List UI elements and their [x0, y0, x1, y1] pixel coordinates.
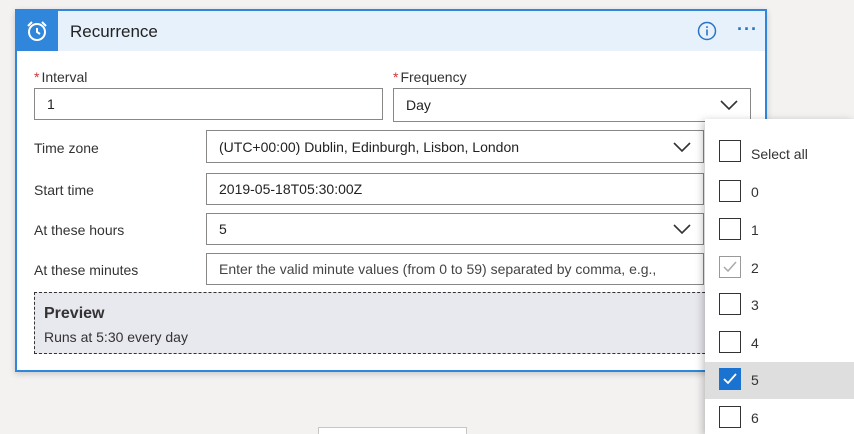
- card-header[interactable]: Recurrence ···: [17, 11, 765, 51]
- hour-option-5[interactable]: 5: [705, 362, 854, 399]
- card-title: Recurrence: [70, 22, 158, 41]
- chevron-down-icon: [673, 141, 691, 152]
- hours-select[interactable]: 5: [206, 213, 704, 245]
- interval-input[interactable]: 1: [34, 88, 383, 120]
- hour-option-0[interactable]: 0: [705, 174, 854, 211]
- alarm-clock-icon: [17, 11, 58, 51]
- hours-value: 5: [219, 221, 227, 237]
- start-time-label: Start time: [34, 182, 94, 198]
- time-zone-select[interactable]: (UTC+00:00) Dublin, Edinburgh, Lisbon, L…: [206, 130, 704, 163]
- interval-label-text: Interval: [41, 69, 88, 85]
- required-marker: *: [393, 69, 399, 85]
- preview-text: Runs at 5:30 every day: [44, 329, 188, 345]
- hour-option-label: 2: [751, 260, 759, 276]
- hour-option-label: 5: [751, 372, 759, 388]
- hour-option-label: 4: [751, 335, 759, 351]
- checkbox[interactable]: [719, 180, 741, 202]
- hour-option-label: 0: [751, 184, 759, 200]
- checkbox[interactable]: [719, 293, 741, 315]
- checkbox[interactable]: [719, 256, 741, 278]
- start-time-input[interactable]: 2019-05-18T05:30:00Z: [206, 173, 704, 205]
- hour-option-3[interactable]: 3: [705, 287, 854, 324]
- ellipsis-icon[interactable]: ···: [737, 19, 758, 40]
- hour-option-4[interactable]: 4: [705, 325, 854, 362]
- minutes-placeholder: Enter the valid minute values (from 0 to…: [219, 261, 657, 277]
- checkbox[interactable]: [719, 406, 741, 428]
- checkmark-icon: [723, 373, 737, 385]
- frequency-select[interactable]: Day: [393, 88, 751, 122]
- checkbox[interactable]: [719, 368, 741, 390]
- minutes-label: At these minutes: [34, 262, 139, 278]
- hours-label: At these hours: [34, 222, 125, 238]
- add-step-button-edge[interactable]: [318, 427, 467, 434]
- checkbox[interactable]: [719, 218, 741, 240]
- select-all-option[interactable]: Select all: [705, 134, 854, 171]
- hour-option-1[interactable]: 1: [705, 212, 854, 249]
- interval-label: * Interval: [34, 69, 87, 85]
- interval-value: 1: [47, 96, 55, 112]
- frequency-value: Day: [406, 97, 431, 113]
- required-marker: *: [34, 69, 40, 85]
- checkmark-icon: [723, 261, 737, 273]
- hour-option-label: 3: [751, 297, 759, 313]
- hour-option-2[interactable]: 2: [705, 250, 854, 287]
- hours-dropdown: Select all 0 1 2 3 4 5 6: [705, 119, 854, 434]
- hour-option-label: 1: [751, 222, 759, 238]
- checkbox[interactable]: [719, 140, 741, 162]
- preview-title: Preview: [44, 305, 105, 322]
- hour-option-label: 6: [751, 410, 759, 426]
- frequency-label-text: Frequency: [400, 69, 467, 85]
- minutes-input[interactable]: Enter the valid minute values (from 0 to…: [206, 253, 704, 285]
- start-time-value: 2019-05-18T05:30:00Z: [219, 181, 363, 197]
- time-zone-label: Time zone: [34, 140, 99, 156]
- hour-option-6[interactable]: 6: [705, 400, 854, 434]
- select-all-label: Select all: [751, 146, 808, 162]
- frequency-label: * Frequency: [393, 69, 467, 85]
- time-zone-value: (UTC+00:00) Dublin, Edinburgh, Lisbon, L…: [219, 138, 520, 155]
- preview-box: Preview Runs at 5:30 every day: [34, 292, 750, 354]
- chevron-down-icon: [673, 224, 691, 235]
- chevron-down-icon: [720, 100, 738, 111]
- checkbox[interactable]: [719, 331, 741, 353]
- info-icon[interactable]: [697, 21, 717, 41]
- recurrence-card: Recurrence ··· * Interval 1 * Frequency Da…: [15, 9, 767, 372]
